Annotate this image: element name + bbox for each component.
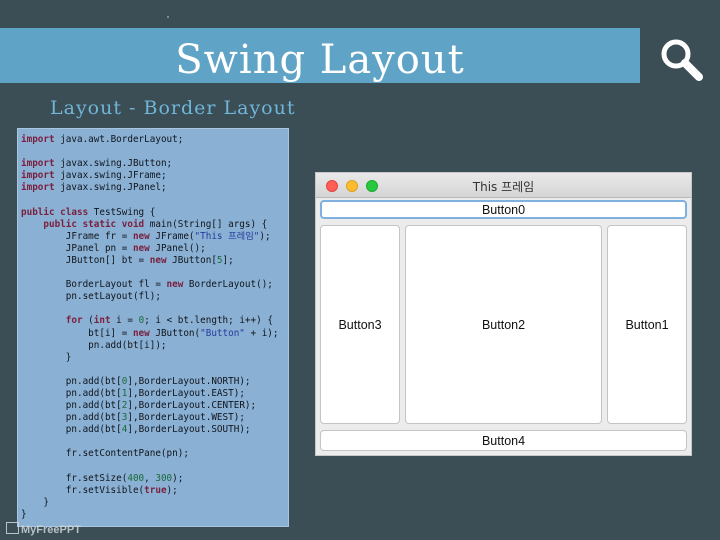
code-text: );: [259, 230, 271, 242]
code-text: }: [65, 351, 72, 363]
code-keyword: true: [144, 484, 167, 496]
button-center[interactable]: Button2: [405, 225, 602, 424]
code-keyword: import: [21, 170, 55, 182]
dot-mark: [167, 16, 169, 18]
code-text: main(String[] args) {: [144, 218, 268, 230]
code-keyword: import: [21, 134, 55, 145]
code-number: 400: [127, 472, 145, 484]
code-keyword: new: [132, 242, 150, 254]
code-keyword: for: [65, 315, 83, 327]
swing-window: This 프레임 Button0 Button3 Button2 Button1…: [315, 172, 692, 456]
code-string: "Button": [200, 327, 245, 339]
code-text: }: [43, 496, 49, 508]
code-text: pn.add(bt[: [65, 387, 122, 399]
slide-title: Swing Layout: [175, 37, 465, 83]
code-keyword: int: [93, 315, 111, 327]
code-panel: import java.awt.BorderLayout; import jav…: [17, 128, 289, 527]
search-icon[interactable]: [656, 36, 706, 82]
code-keyword: new: [132, 327, 150, 339]
code-text: pn.add(bt[: [65, 375, 122, 387]
code-keyword: import: [21, 182, 55, 194]
code-text: TestSwing {: [88, 206, 156, 218]
code-text: pn.add(bt[: [65, 400, 122, 412]
code-text: ],BorderLayout.WEST);: [127, 412, 245, 424]
code-text: ],BorderLayout.NORTH);: [127, 375, 251, 387]
button-south[interactable]: Button4: [320, 430, 687, 451]
code-text: JButton(: [149, 327, 201, 339]
code-keyword: new: [149, 254, 167, 266]
code-text: );: [166, 484, 178, 496]
code-text: ],BorderLayout.CENTER);: [127, 400, 257, 412]
button-east[interactable]: Button1: [607, 225, 687, 424]
code-text: JPanel();: [149, 242, 206, 254]
code-keyword: public class: [21, 206, 89, 218]
code-text: javax.swing.JPanel;: [54, 182, 167, 194]
code-keyword: import: [21, 158, 55, 170]
window-title: This 프레임: [472, 180, 535, 194]
code-text: JButton[: [166, 254, 217, 266]
watermark-logo-icon: [6, 522, 19, 534]
code-text: pn.add(bt[: [65, 412, 122, 424]
code-number: 300: [155, 472, 173, 484]
watermark: MyFreePPT: [6, 522, 81, 536]
code-string: "This 프레임": [194, 230, 260, 242]
code-text: JPanel pn =: [65, 242, 133, 254]
slide-subtitle: Layout - Border Layout: [50, 97, 296, 119]
code-text: }: [21, 508, 27, 520]
code-text: (: [82, 315, 94, 327]
code-text: javax.swing.JFrame;: [54, 170, 167, 182]
code-text: ],BorderLayout.SOUTH);: [127, 424, 251, 436]
window-titlebar[interactable]: This 프레임: [316, 173, 691, 198]
code-text: JFrame fr =: [65, 230, 133, 242]
button-west[interactable]: Button3: [320, 225, 400, 424]
code-text: JFrame(: [149, 230, 195, 242]
code-text: fr.setContentPane(pn);: [65, 448, 189, 460]
code-keyword: public static void: [43, 218, 145, 230]
code-text: pn.add(bt[i]);: [88, 339, 167, 351]
code-text: );: [172, 472, 184, 484]
code-text: fr.setVisible(: [65, 484, 145, 496]
code-text: i =: [110, 315, 139, 327]
code-text: ];: [222, 254, 234, 266]
watermark-text: MyFreePPT: [21, 524, 81, 536]
code-text: JButton[] bt =: [65, 254, 150, 266]
code-text: ; i < bt.length; i++) {: [144, 315, 273, 327]
code-text: java.awt.BorderLayout;: [54, 134, 184, 145]
code-text: + i);: [244, 327, 279, 339]
code-text: javax.swing.JButton;: [54, 158, 173, 170]
code-text: ],BorderLayout.EAST);: [127, 387, 245, 399]
code-keyword: new: [132, 230, 150, 242]
code-text: pn.setLayout(fl);: [65, 291, 161, 303]
code-text: BorderLayout fl =: [65, 279, 167, 291]
code-text: ,: [144, 472, 156, 484]
code-block: import java.awt.BorderLayout; import jav…: [21, 134, 279, 521]
button-north[interactable]: Button0: [320, 200, 687, 219]
code-text: fr.setSize(: [65, 472, 128, 484]
code-keyword: new: [166, 279, 184, 291]
code-text: BorderLayout();: [183, 279, 273, 291]
code-text: bt[i] =: [88, 327, 133, 339]
code-text: pn.add(bt[: [65, 424, 122, 436]
